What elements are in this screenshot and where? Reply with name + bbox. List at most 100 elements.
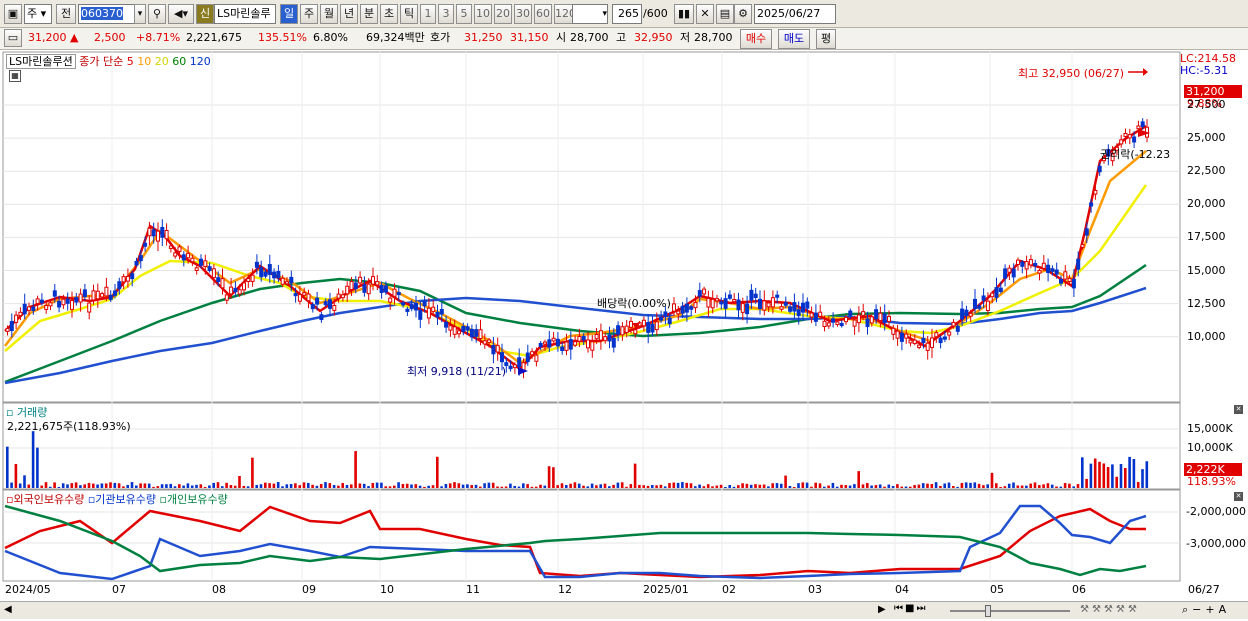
- scroll-right-icon[interactable]: ▶: [878, 604, 886, 615]
- custom-interval-select[interactable]: ▾: [572, 4, 608, 24]
- interval-button-30[interactable]: 30: [514, 4, 532, 24]
- x-label-8: 02: [722, 583, 736, 596]
- volume-bar: [152, 486, 155, 488]
- gear-icon[interactable]: ⚙: [734, 4, 752, 24]
- sell-button[interactable]: 매도: [778, 29, 810, 49]
- candle-body: [340, 294, 345, 299]
- volume-bar: [552, 467, 555, 488]
- volume-bar: [23, 475, 26, 488]
- scroll-left-icon[interactable]: ◀: [4, 604, 12, 615]
- zoom-controls[interactable]: ⌕−+A: [1182, 603, 1230, 617]
- candle-type-icon[interactable]: ▮▮: [674, 4, 694, 24]
- tab-day[interactable]: 일: [280, 4, 298, 24]
- zoom-slider-handle[interactable]: [985, 605, 991, 617]
- volume-bar: [1119, 464, 1123, 488]
- interval-button-1[interactable]: 1: [420, 4, 436, 24]
- volume-value-label: 2,221,675주(118.93%): [7, 420, 131, 433]
- volume-bar: [715, 485, 719, 488]
- playback-controls[interactable]: ⏮■⏭: [894, 603, 927, 614]
- tab-second[interactable]: 초: [380, 4, 398, 24]
- volume-bar: [242, 485, 246, 488]
- tools-icon[interactable]: ✕: [696, 4, 714, 24]
- bid-price: 31,150: [510, 31, 549, 44]
- x-label-10: 04: [895, 583, 909, 596]
- close-icon[interactable]: ✕: [1234, 492, 1243, 501]
- hc-label: HC:-5.31: [1180, 64, 1229, 77]
- volume-bar: [14, 463, 18, 488]
- candle-body: [805, 301, 810, 309]
- interval-button-3[interactable]: 3: [438, 4, 454, 24]
- prev-button[interactable]: 전: [56, 4, 76, 24]
- close-icon[interactable]: ✕: [1234, 405, 1243, 414]
- volume-bar: [848, 485, 852, 488]
- candle-body: [964, 309, 969, 317]
- volume-bar: [827, 485, 830, 488]
- volume-bar: [814, 482, 817, 488]
- interval-button-5[interactable]: 5: [456, 4, 472, 24]
- tab-minute[interactable]: 분: [360, 4, 378, 24]
- candle-body: [702, 288, 707, 295]
- candle-body: [844, 316, 848, 323]
- volume-bar: [659, 484, 663, 488]
- volume-bar: [36, 447, 39, 488]
- buy-button[interactable]: 매수: [740, 29, 772, 49]
- candle-body: [1093, 189, 1098, 195]
- volume-bar: [616, 482, 620, 488]
- candle-body: [371, 276, 375, 285]
- candle-body: [822, 320, 827, 328]
- candle-body: [439, 308, 444, 315]
- zoom-slider-track[interactable]: [950, 610, 1070, 612]
- volume-bar: [926, 483, 929, 488]
- volume-bar: [797, 483, 800, 488]
- candle-body: [233, 287, 238, 293]
- candle-body: [229, 286, 234, 295]
- candle-body: [332, 305, 337, 311]
- candle-body: [401, 302, 406, 306]
- volume-bar: [345, 484, 349, 488]
- date-input[interactable]: 2025/06/27: [754, 4, 836, 24]
- candle-body: [383, 285, 388, 293]
- volume-bar: [10, 482, 13, 488]
- save-icon[interactable]: ▤: [716, 4, 734, 24]
- chart-area[interactable]: LS마린솔루션 종가 단순 5 10 20 60 120 ▦ LC:214.58…: [0, 51, 1248, 621]
- code-dropdown-icon[interactable]: ▾: [134, 4, 146, 24]
- x-label-4: 10: [380, 583, 394, 596]
- candle-body: [487, 339, 492, 343]
- grid-icon[interactable]: ▦: [9, 70, 21, 82]
- interval-button-10[interactable]: 10: [474, 4, 492, 24]
- tab-week[interactable]: 주: [300, 4, 318, 24]
- candle-body: [586, 339, 590, 349]
- expand-icon[interactable]: ▭: [4, 29, 22, 47]
- volume-bar: [169, 483, 172, 488]
- volume-bar: [569, 483, 572, 488]
- volume-bar: [1068, 483, 1071, 488]
- interval-button-60[interactable]: 60: [534, 4, 552, 24]
- eval-button[interactable]: 평: [816, 29, 836, 49]
- volume-ratio: 135.51%: [258, 31, 307, 44]
- candle-body: [1063, 271, 1068, 280]
- tab-month[interactable]: 월: [320, 4, 338, 24]
- sound-icon[interactable]: ◀▾: [168, 4, 194, 24]
- search-icon[interactable]: ⚲: [148, 4, 166, 24]
- volume-bar: [741, 483, 744, 488]
- candle-body: [650, 323, 655, 333]
- volume-bar: [1007, 483, 1011, 488]
- chart-scrollbar[interactable]: ◀ ▶ ⏮■⏭ ⚒⚒⚒⚒⚒ ⌕−+A: [0, 601, 1248, 619]
- volume-bar: [427, 485, 430, 488]
- candle-body: [736, 299, 741, 311]
- volume-bar: [233, 485, 237, 488]
- interval-button-20[interactable]: 20: [494, 4, 512, 24]
- volume-bar: [573, 482, 577, 488]
- volume-panel-frame: [2, 402, 1181, 490]
- window-icon[interactable]: ▣: [4, 4, 22, 24]
- candle-body: [603, 336, 608, 342]
- tab-year[interactable]: 년: [340, 4, 358, 24]
- candle-body: [1011, 268, 1016, 278]
- candle-body: [856, 314, 861, 324]
- volume-bar: [672, 482, 676, 488]
- candle-body: [573, 341, 578, 346]
- period-select[interactable]: 주 ▾: [24, 4, 52, 24]
- count-input[interactable]: 265: [612, 4, 642, 24]
- tab-tick[interactable]: 틱: [400, 4, 418, 24]
- draw-tools-icons[interactable]: ⚒⚒⚒⚒⚒: [1080, 604, 1140, 615]
